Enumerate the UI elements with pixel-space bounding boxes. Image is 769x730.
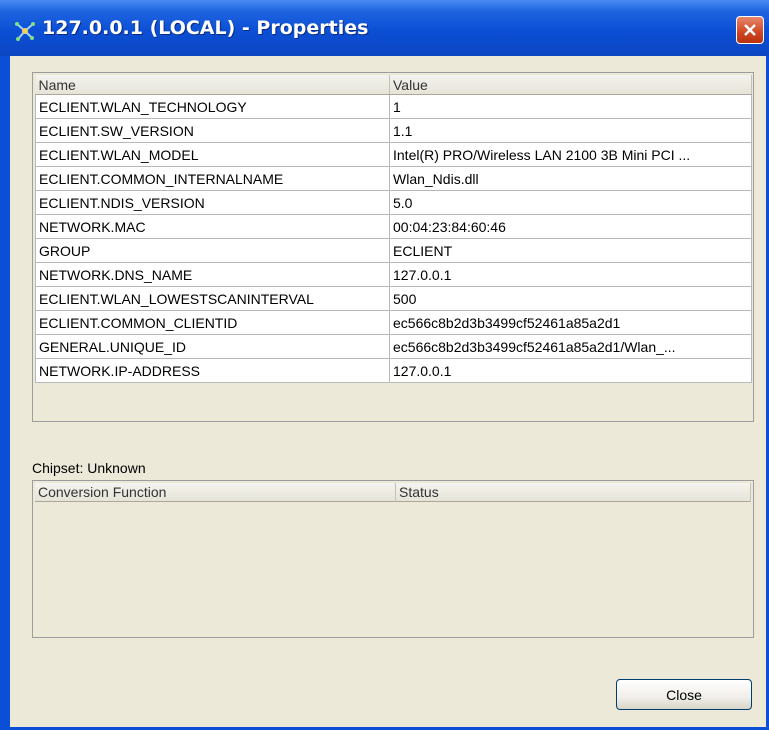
title-bar[interactable]: 127.0.0.1 (LOCAL) - Properties [0,0,769,56]
properties-table-container: Name Value ECLIENT.WLAN_TECHNOLOGY 1 ECL… [32,72,754,422]
table-row[interactable]: ECLIENT.COMMON_INTERNALNAME Wlan_Ndis.dl… [35,166,752,191]
property-value: 00:04:23:84:60:46 [389,214,752,239]
property-value: ec566c8b2d3b3499cf52461a85a2d1/Wlan_... [389,334,752,359]
property-value: ec566c8b2d3b3499cf52461a85a2d1 [389,310,752,335]
table-row[interactable]: ECLIENT.SW_VERSION 1.1 [35,118,752,143]
property-name: NETWORK.MAC [35,214,390,239]
conversion-table: Conversion Function Status [32,480,754,638]
property-value: 1 [389,94,752,119]
chipset-label: Chipset: Unknown [32,460,146,476]
property-name: NETWORK.IP-ADDRESS [35,358,390,383]
table-row[interactable]: ECLIENT.NDIS_VERSION 5.0 [35,190,752,215]
table-row[interactable]: NETWORK.DNS_NAME 127.0.0.1 [35,262,752,287]
property-name: GROUP [35,238,390,263]
table-row[interactable]: ECLIENT.WLAN_MODEL Intel(R) PRO/Wireless… [35,142,752,167]
property-name: ECLIENT.NDIS_VERSION [35,190,390,215]
property-value: 5.0 [389,190,752,215]
properties-window: 127.0.0.1 (LOCAL) - Properties Name Valu… [0,0,769,730]
property-name: NETWORK.DNS_NAME [35,262,390,287]
network-node-icon [14,20,36,42]
table-row[interactable]: ECLIENT.COMMON_CLIENTID ec566c8b2d3b3499… [35,310,752,335]
close-icon [744,24,756,36]
window-frame-left [0,56,10,730]
table-row[interactable]: GENERAL.UNIQUE_ID ec566c8b2d3b3499cf5246… [35,334,752,359]
column-header-status[interactable]: Status [396,483,751,502]
property-value: 500 [389,286,752,311]
window-close-button[interactable] [736,16,764,44]
table-row[interactable]: NETWORK.IP-ADDRESS 127.0.0.1 [35,358,752,383]
table-row[interactable]: ECLIENT.WLAN_TECHNOLOGY 1 [35,94,752,119]
property-name: ECLIENT.WLAN_TECHNOLOGY [35,94,390,119]
property-value: 1.1 [389,118,752,143]
property-value: ECLIENT [389,238,752,263]
column-header-name[interactable]: Name [35,75,390,95]
property-name: ECLIENT.COMMON_INTERNALNAME [35,166,390,191]
table-row[interactable]: NETWORK.MAC 00:04:23:84:60:46 [35,214,752,239]
client-area: Name Value ECLIENT.WLAN_TECHNOLOGY 1 ECL… [10,56,766,727]
window-title: 127.0.0.1 (LOCAL) - Properties [42,17,369,39]
column-header-value[interactable]: Value [389,75,752,95]
property-name: ECLIENT.COMMON_CLIENTID [35,310,390,335]
table-row[interactable]: ECLIENT.WLAN_LOWESTSCANINTERVAL 500 [35,286,752,311]
property-name: ECLIENT.WLAN_LOWESTSCANINTERVAL [35,286,390,311]
conversion-table-header: Conversion Function Status [35,483,751,502]
property-name: GENERAL.UNIQUE_ID [35,334,390,359]
property-value: 127.0.0.1 [389,358,752,383]
property-value: 127.0.0.1 [389,262,752,287]
properties-table: Name Value ECLIENT.WLAN_TECHNOLOGY 1 ECL… [35,75,752,383]
column-header-conversion-function[interactable]: Conversion Function [35,483,396,502]
property-name: ECLIENT.SW_VERSION [35,118,390,143]
property-name: ECLIENT.WLAN_MODEL [35,142,390,167]
table-row[interactable]: GROUP ECLIENT [35,238,752,263]
property-value: Wlan_Ndis.dll [389,166,752,191]
property-value: Intel(R) PRO/Wireless LAN 2100 3B Mini P… [389,142,752,167]
close-button[interactable]: Close [616,679,752,710]
